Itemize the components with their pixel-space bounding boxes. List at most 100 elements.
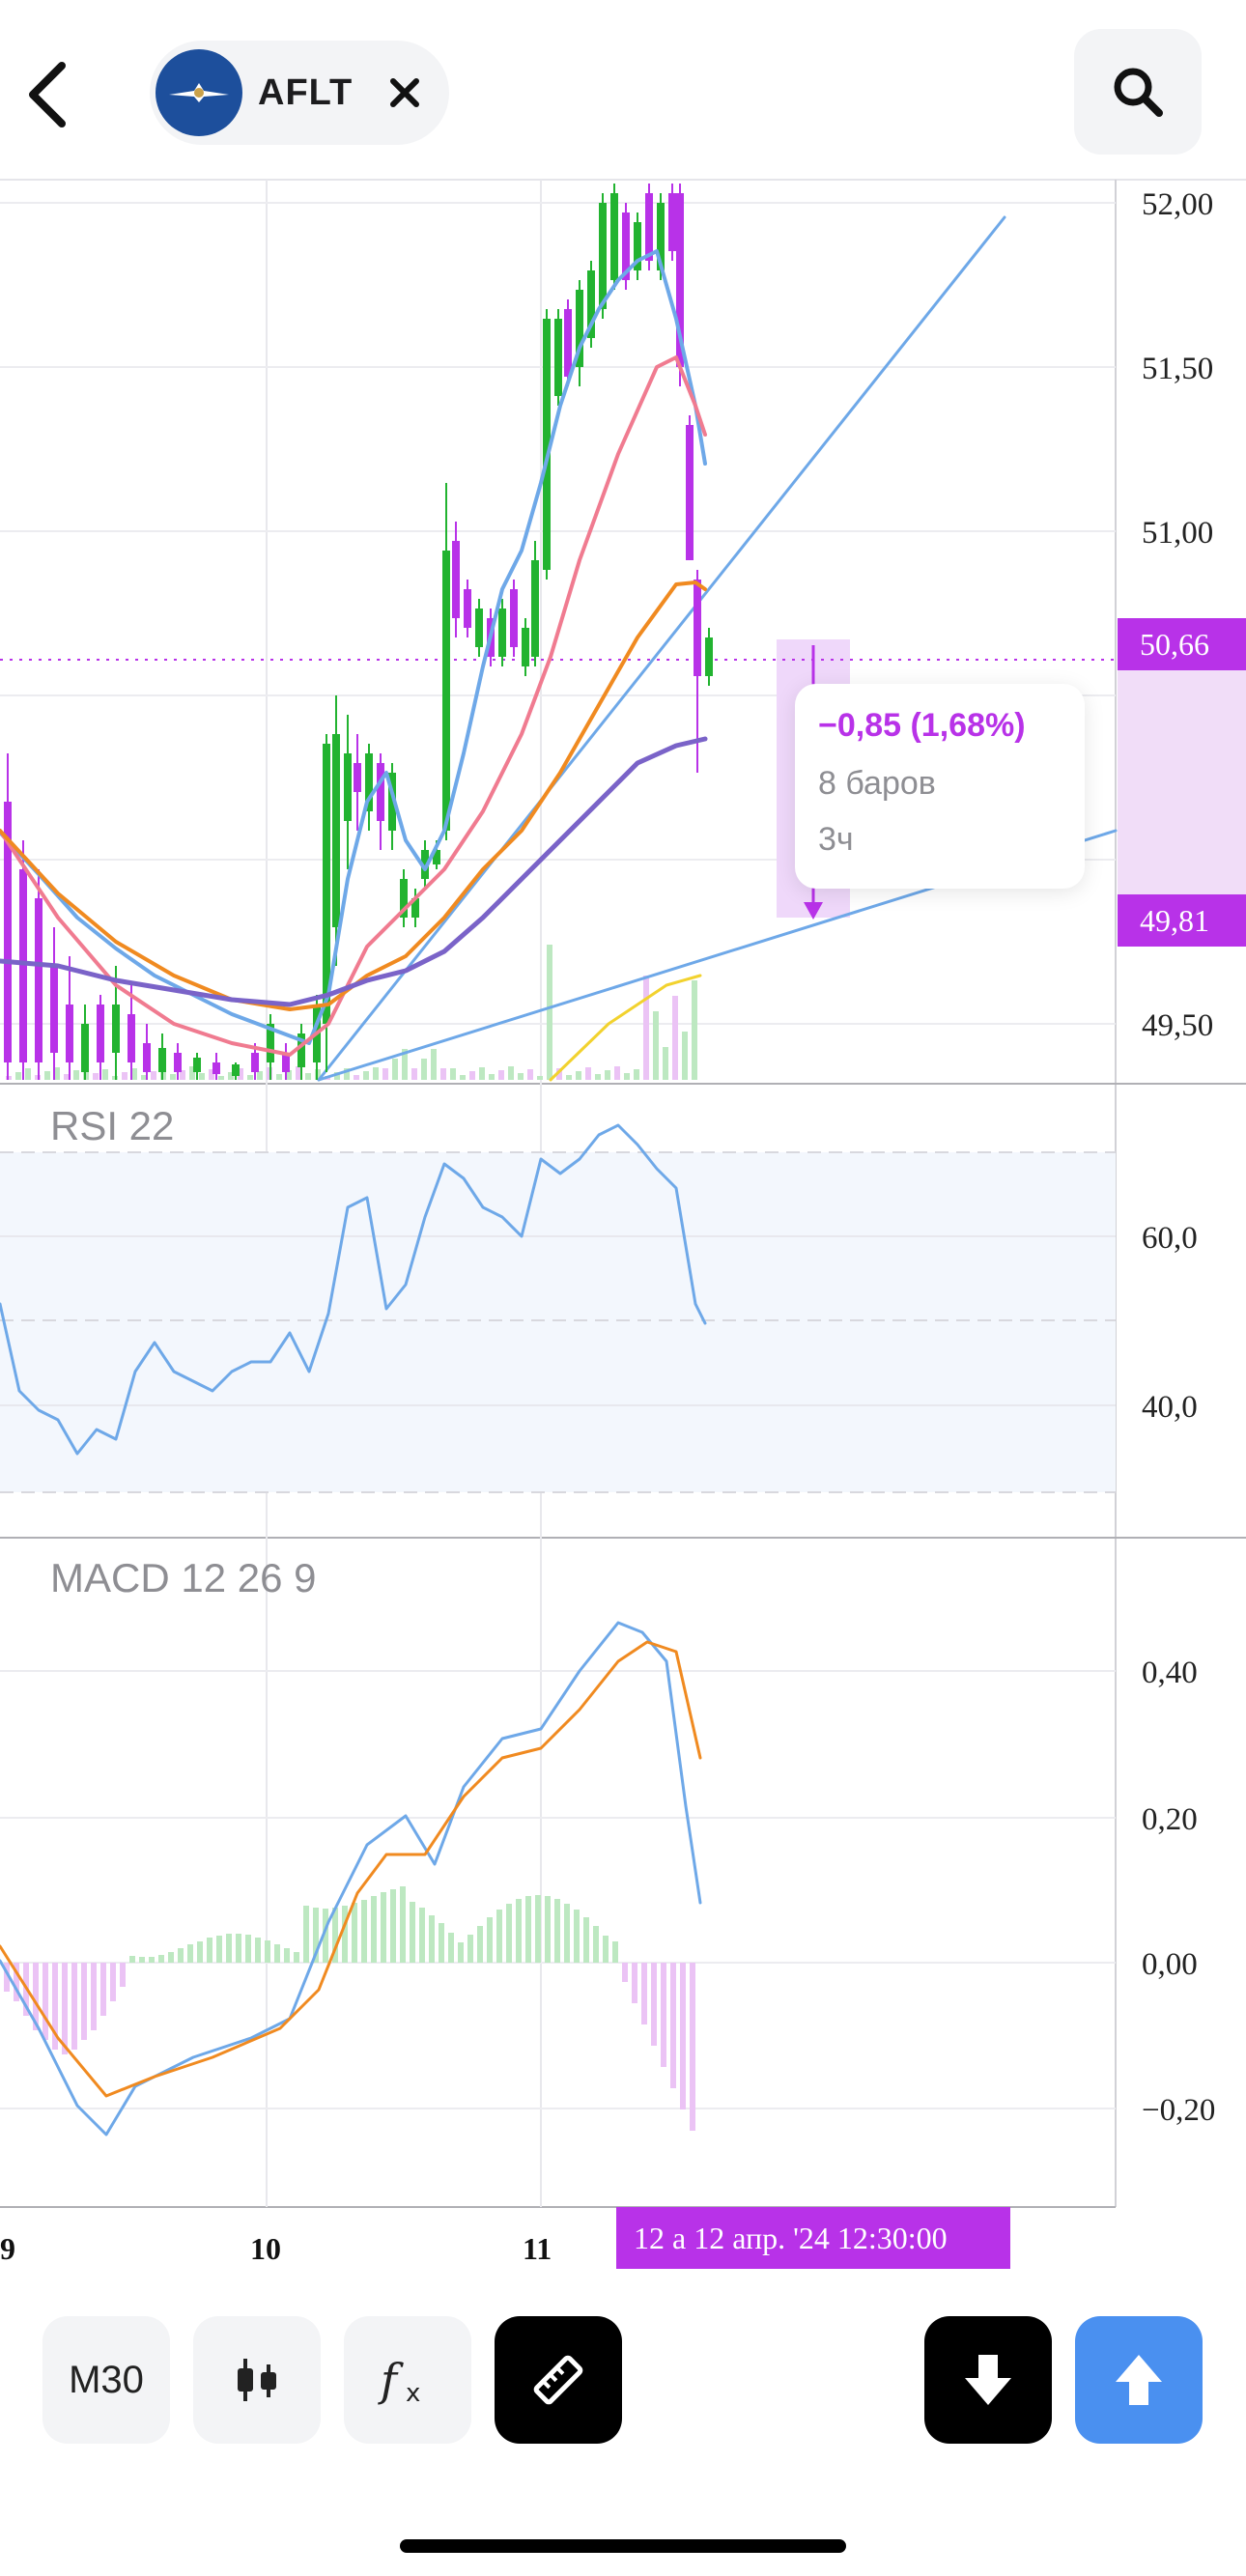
- macd-histogram-bar: [467, 1935, 473, 1963]
- candle-body: [442, 551, 450, 831]
- macd-histogram-bar: [651, 1963, 657, 2046]
- volume-bar: [605, 1070, 610, 1080]
- measure-change: −0,85 (1,68%): [818, 707, 1026, 744]
- macd-axis-label: 0,40: [1142, 1656, 1198, 1690]
- macd-axis-label: 0,00: [1142, 1947, 1198, 1982]
- measure-low-price-tag: 49,81: [1118, 894, 1246, 947]
- macd-histogram-bar: [265, 1940, 270, 1963]
- volume-bar: [576, 1071, 581, 1080]
- current-price-tag: 50,66: [1118, 618, 1246, 670]
- volume-bar: [170, 1074, 176, 1080]
- macd-histogram-bar: [255, 1938, 261, 1963]
- candle-body: [510, 589, 518, 647]
- x-axis-label: 9: [0, 2231, 15, 2266]
- arrow-up-icon: [1116, 2355, 1162, 2405]
- macd-histogram-bar: [670, 1963, 676, 2088]
- candle-body: [686, 425, 694, 560]
- fx-icon: f x: [378, 2354, 420, 2408]
- ma-fast-line: [0, 249, 707, 1045]
- candle-body: [452, 541, 460, 618]
- candle-body: [564, 309, 572, 377]
- buy-button[interactable]: [1075, 2316, 1203, 2444]
- macd-histogram-bar: [496, 1910, 502, 1963]
- volume-bar: [469, 1071, 475, 1080]
- macd-histogram-bar: [226, 1934, 232, 1963]
- measure-tooltip: −0,85 (1,68%) 8 баров 3ч: [795, 684, 1085, 889]
- macd-histogram-bar: [458, 1942, 464, 1963]
- candle-body: [50, 966, 58, 1053]
- candle-body: [143, 1043, 151, 1072]
- candle-body: [81, 1024, 89, 1072]
- macd-histogram-bar: [632, 1963, 637, 2003]
- macd-histogram-bar: [545, 1896, 551, 1963]
- candle-body: [193, 1058, 201, 1072]
- volume-bar: [305, 1073, 311, 1080]
- ruler-icon: [533, 2355, 583, 2405]
- volume-bar: [682, 1032, 688, 1080]
- trendline-upper: [317, 215, 1006, 1082]
- candlestick-icon: [238, 2359, 276, 2401]
- chart-type-button[interactable]: [193, 2316, 321, 2444]
- candle-body: [19, 869, 27, 1062]
- indicators-button[interactable]: f x: [344, 2316, 471, 2444]
- candle-body: [377, 763, 384, 821]
- sell-button[interactable]: [924, 2316, 1052, 2444]
- macd-histogram-bar: [62, 1963, 68, 2054]
- macd-histogram-bar: [110, 1963, 116, 2001]
- macd-histogram-bar: [410, 1902, 415, 1963]
- macd-histogram-bar: [91, 1963, 97, 2030]
- macd-histogram-bar: [207, 1938, 212, 1963]
- macd-title: MACD 12 26 9: [50, 1555, 317, 1600]
- price-axis-label: 52,00: [1142, 187, 1213, 222]
- candle-body: [610, 193, 618, 280]
- macd-histogram-bar: [158, 1955, 164, 1963]
- timeframe-button[interactable]: M30: [42, 2316, 170, 2444]
- volume-bar: [199, 1073, 205, 1080]
- volume-bar: [518, 1073, 524, 1080]
- candle-body: [251, 1053, 259, 1072]
- volume-bar: [643, 976, 649, 1080]
- macd-histogram-bar: [71, 1963, 77, 2050]
- candle-body: [668, 193, 676, 251]
- rsi-axis-label: 40,0: [1142, 1390, 1198, 1425]
- volume-bar: [595, 1074, 601, 1080]
- macd-line: [0, 1621, 702, 2137]
- macd-histogram-bar: [216, 1936, 222, 1963]
- macd-histogram-bar: [574, 1910, 580, 1963]
- candle-body: [127, 1014, 135, 1062]
- rsi-title: RSI 22: [50, 1103, 175, 1148]
- arrow-down-icon: [965, 2355, 1011, 2405]
- volume-bar: [450, 1068, 456, 1080]
- candle-body: [158, 1048, 166, 1072]
- volume-bar: [218, 1076, 224, 1080]
- volume-bar: [276, 1074, 282, 1080]
- macd-histogram-bar: [525, 1896, 531, 1963]
- volume-bar: [585, 1067, 591, 1080]
- volume-bar: [363, 1071, 369, 1080]
- volume-bar: [102, 1069, 108, 1080]
- volume-bar: [498, 1070, 504, 1080]
- volume-bar: [247, 1075, 253, 1080]
- volume-bar: [634, 1069, 639, 1080]
- price-axis-label: 51,50: [1142, 352, 1213, 386]
- candle-body: [464, 589, 471, 628]
- volume-bar: [537, 1076, 543, 1080]
- macd-histogram-bar: [42, 1963, 48, 2040]
- macd-histogram-bar: [603, 1936, 609, 1963]
- macd-histogram-bar: [680, 1963, 686, 2109]
- ruler-button[interactable]: [495, 2316, 622, 2444]
- macd-histogram-bar: [284, 1948, 290, 1963]
- price-chart[interactable]: 52,0051,5051,0050,5050,0049,5060,040,00,…: [0, 0, 1246, 2308]
- macd-histogram-bar: [612, 1941, 618, 1963]
- macd-histogram-bar: [535, 1895, 541, 1963]
- volume-bar: [508, 1066, 514, 1080]
- measure-axis-shade: [1118, 647, 1246, 896]
- volume-bar: [392, 1059, 398, 1080]
- volume-bar: [672, 996, 678, 1080]
- macd-histogram-bar: [554, 1899, 560, 1963]
- macd-histogram-bar: [303, 1906, 309, 1963]
- macd-histogram-bar: [81, 1963, 87, 2040]
- volume-bar: [653, 1011, 659, 1080]
- macd-histogram-bar: [641, 1963, 647, 2024]
- candle-body: [66, 1005, 73, 1062]
